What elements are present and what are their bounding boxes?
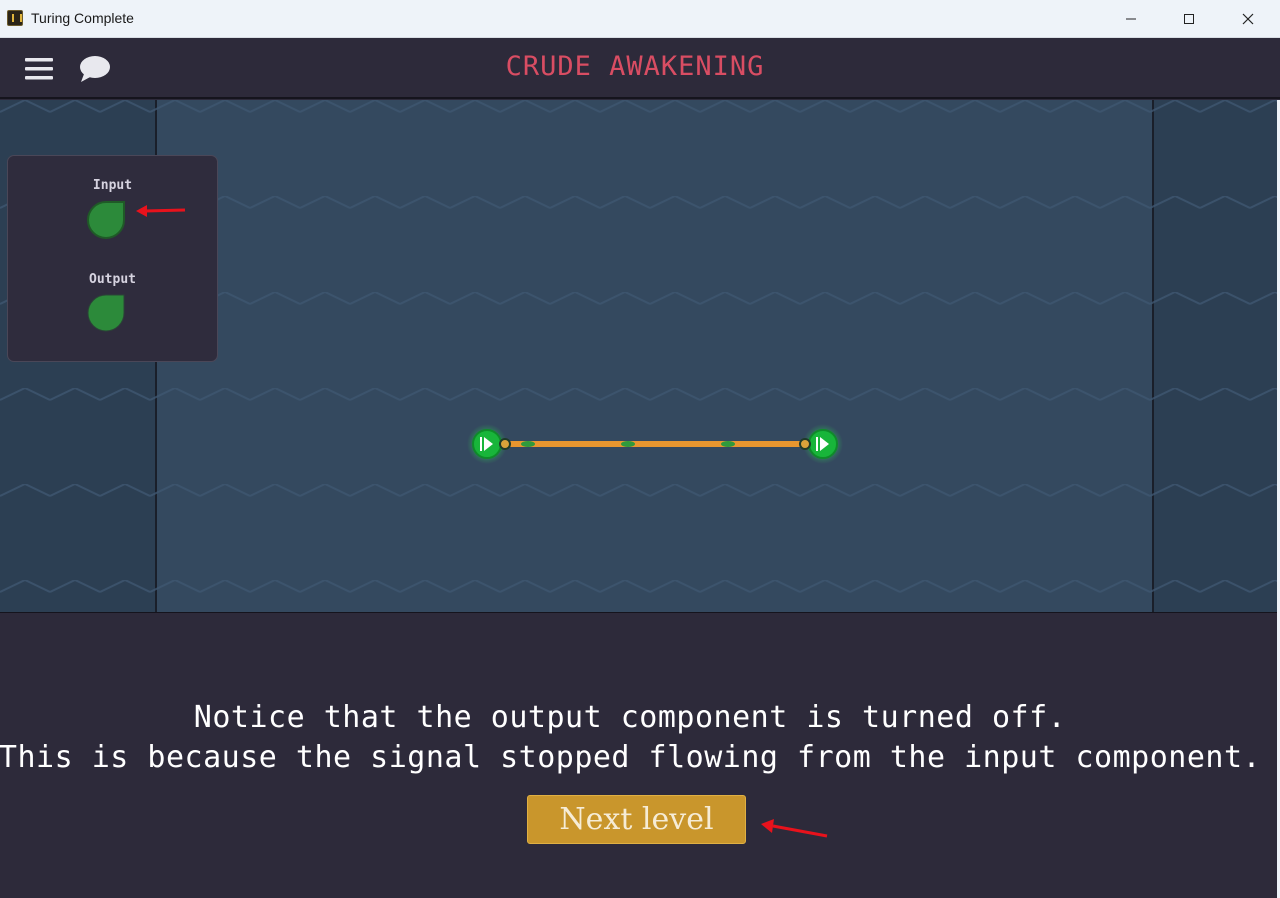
circuit-board[interactable] [155, 100, 1154, 612]
palette-input-label: Input [92, 178, 133, 193]
output-pin[interactable] [799, 424, 843, 464]
window-titlebar: Turing Complete [0, 0, 1280, 38]
input-component[interactable] [86, 200, 125, 239]
minimize-button[interactable] [1102, 0, 1160, 38]
maximize-button[interactable] [1160, 0, 1218, 38]
palette-output-label: Output [89, 272, 136, 287]
maximize-icon [1184, 14, 1194, 24]
level-title: CRUDE AWAKENING [505, 51, 765, 82]
component-palette: Input Output [7, 155, 218, 362]
close-icon [1242, 13, 1254, 25]
input-pin[interactable] [467, 424, 511, 464]
circuit-wire-assembly [467, 424, 843, 464]
board-right-margin [1154, 100, 1280, 612]
input-component-icon [87, 201, 125, 239]
output-component-icon [87, 294, 125, 332]
dialog-line-1: Notice that the output component is turn… [193, 700, 1067, 735]
next-level-button[interactable]: Next level [527, 795, 746, 844]
minimize-icon [1126, 18, 1136, 20]
close-button[interactable] [1219, 0, 1277, 38]
app-icon [7, 10, 23, 26]
window-title: Turing Complete [31, 10, 134, 26]
dialog-line-2: This is because the signal stopped flowi… [0, 740, 1262, 775]
output-component[interactable] [86, 293, 125, 332]
